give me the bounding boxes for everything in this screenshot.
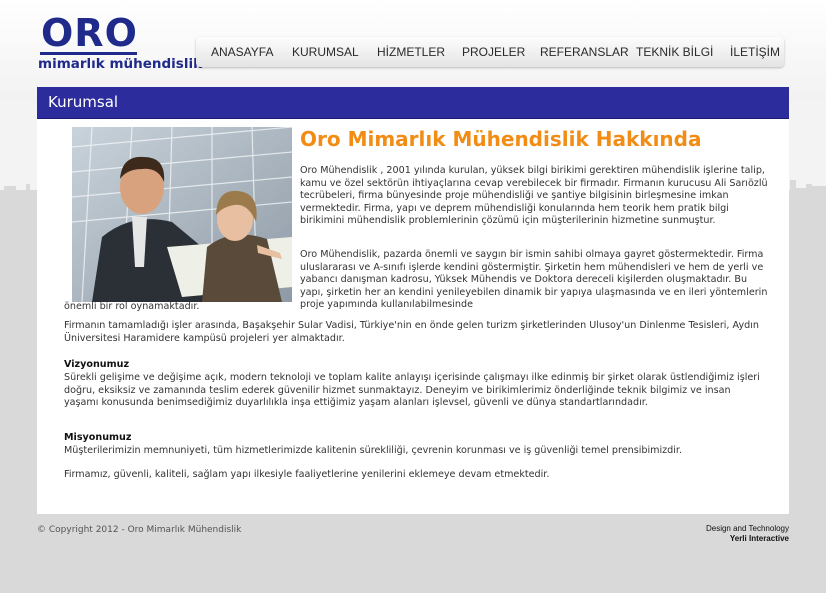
closing-text: Firmamız, güvenli, kaliteli, sağlam yapı… (64, 469, 550, 480)
nav-item-referanslar[interactable]: REFERANSLAR (540, 37, 629, 67)
mission-title: Misyonumuz (64, 432, 132, 443)
logo-wordmark: ORO (41, 11, 138, 55)
section-title: Kurumsal (48, 93, 119, 111)
logo-underline (40, 52, 137, 55)
copyright: © Copyright 2012 - Oro Mimarlık Mühendis… (37, 525, 242, 535)
main-navigation: ANASAYFA KURUMSAL HİZMETLER PROJELER REF… (196, 37, 784, 67)
business-people-photo (72, 127, 292, 302)
vision-title: Vizyonumuz (64, 359, 130, 370)
nav-item-projeler[interactable]: PROJELER (462, 37, 525, 67)
logo[interactable]: ORO mimarlık mühendislik (38, 11, 203, 72)
vision-text: Sürekli gelişime ve değişime açık, moder… (64, 372, 760, 409)
credit-line-1: Design and Technology (705, 524, 789, 533)
about-paragraph-2-continued: önemli bir rol oynamaktadır. (64, 301, 200, 312)
content-panel: Oro Mimarlık Mühendislik Hakkında Oro Mü… (37, 119, 789, 514)
nav-item-kurumsal[interactable]: KURUMSAL (292, 37, 359, 67)
design-credit[interactable]: Design and Technology Yerli Interactive (706, 524, 789, 544)
section-header: Kurumsal (37, 87, 789, 119)
logo-tagline: mimarlık mühendislik (38, 56, 203, 72)
nav-item-anasayfa[interactable]: ANASAYFA (211, 37, 273, 67)
mission-text: Müşterilerimizin memnuniyeti, tüm hizmet… (64, 445, 683, 456)
nav-item-teknik-bilgi[interactable]: TEKNİK BİLGİ (636, 37, 713, 67)
nav-item-iletisim[interactable]: İLETİŞİM (730, 37, 780, 67)
credit-line-2: Yerli Interactive (729, 534, 789, 543)
about-paragraph-3: Firmanın tamamladığı işler arasında, Baş… (64, 320, 759, 344)
about-paragraph-1: Oro Mühendislik , 2001 yılında kurulan, … (300, 165, 768, 227)
nav-item-hizmetler[interactable]: HİZMETLER (377, 37, 445, 67)
about-heading: Oro Mimarlık Mühendislik Hakkında (300, 127, 702, 151)
